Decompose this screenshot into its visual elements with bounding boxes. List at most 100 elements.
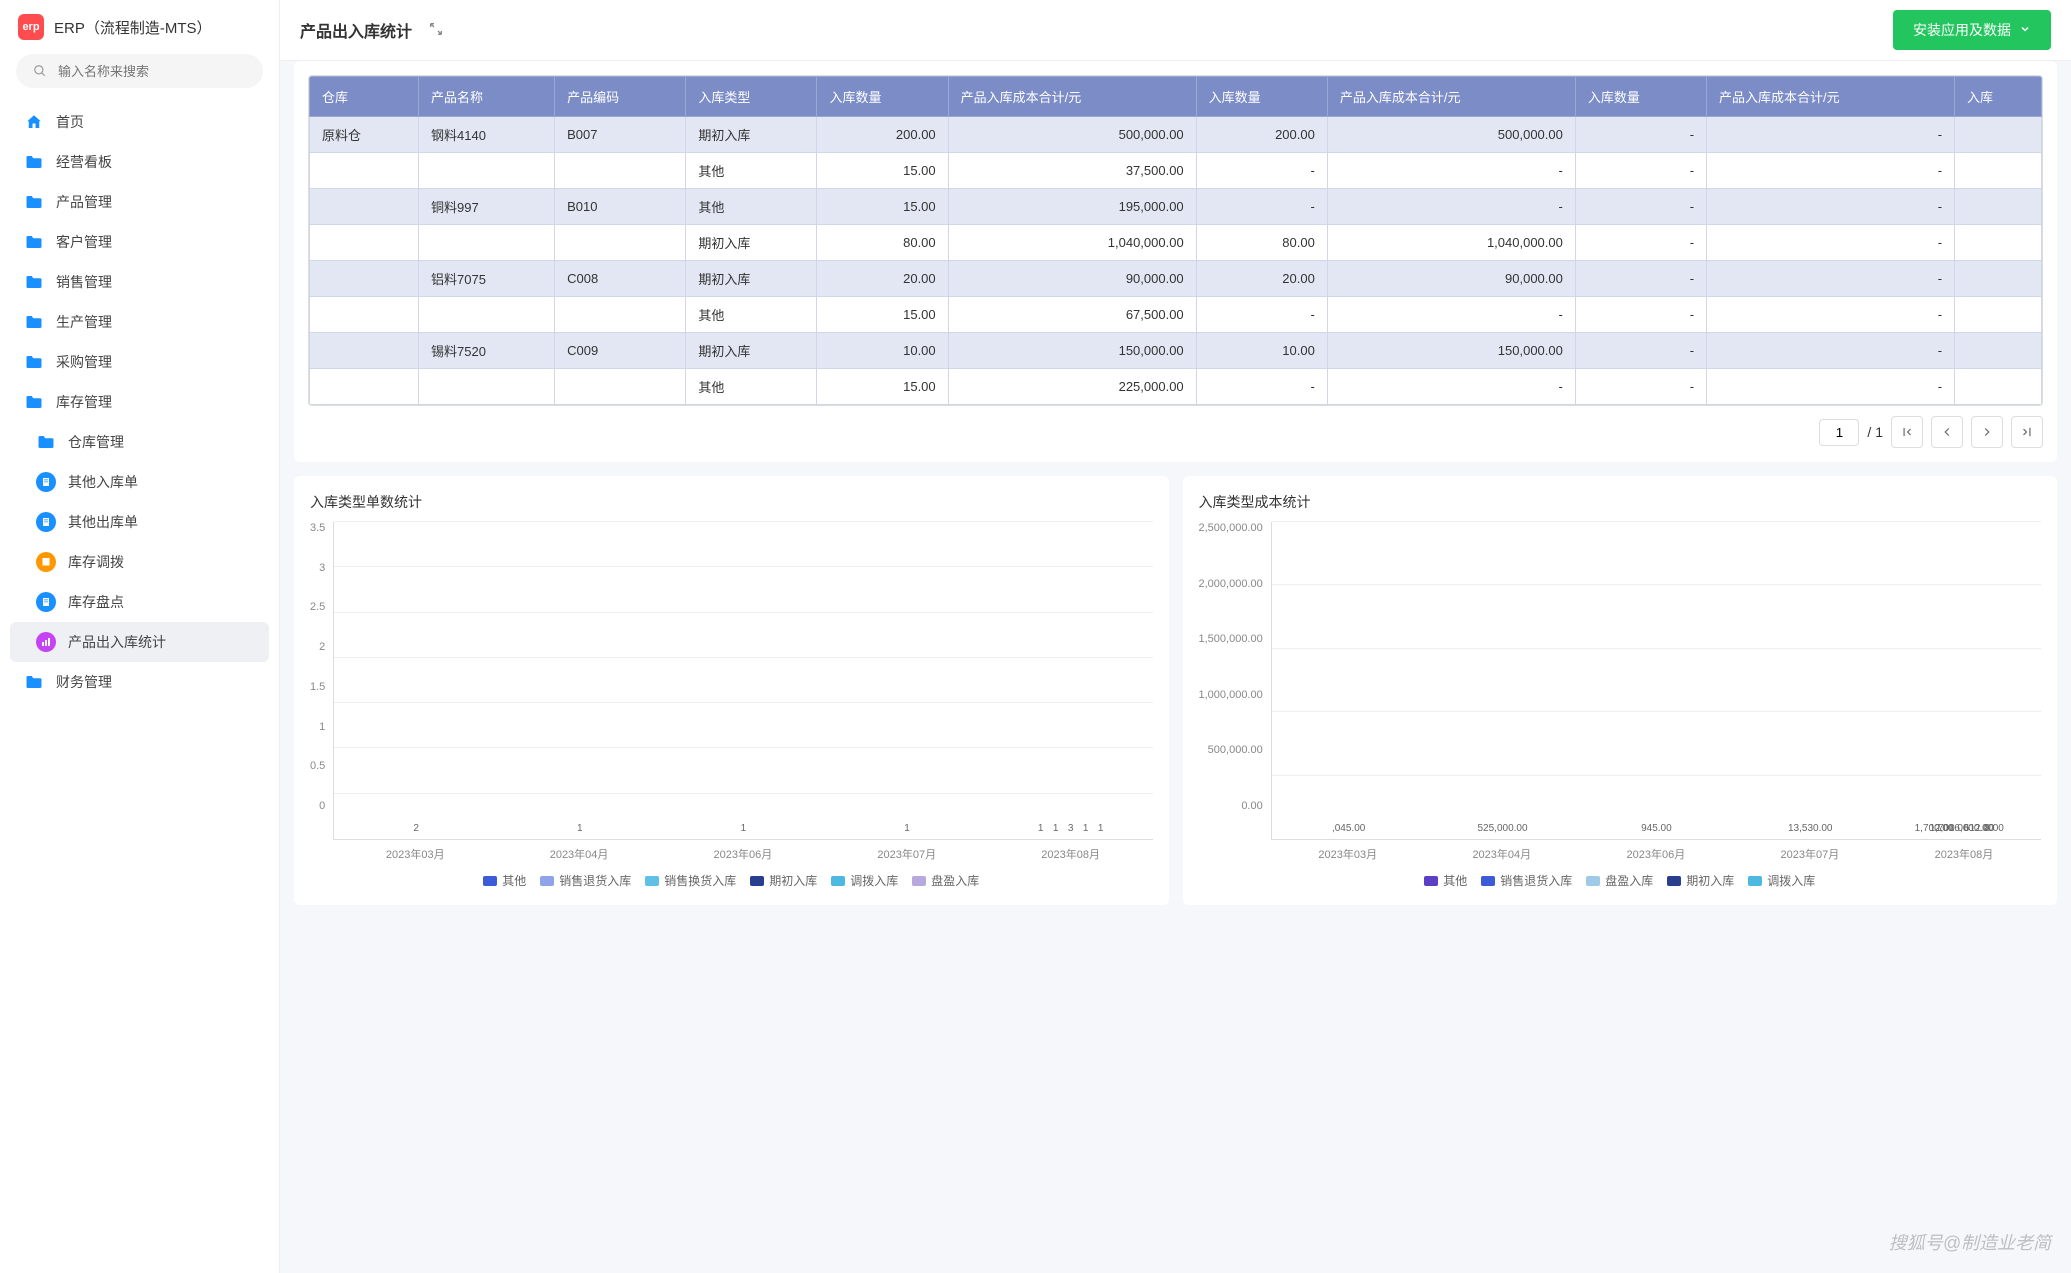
nav-label: 库存管理 [56,392,112,412]
y-tick: 3 [319,562,325,574]
nav-label: 销售管理 [56,272,112,292]
table-cell [555,297,686,333]
legend-item[interactable]: 销售换货入库 [645,872,736,889]
table-cell: 钢料4140 [419,117,555,153]
search-input[interactable] [58,64,249,79]
table-cell: 10.00 [817,333,948,369]
bar-label: 1 [741,823,747,834]
legend-label: 调拨入库 [1767,872,1815,889]
bar-label: 1 [1053,823,1059,834]
legend-label: 盘盈入库 [1605,872,1653,889]
chart-area: 2,500,000.002,000,000.001,500,000.001,00… [1199,522,2042,862]
y-tick: 1,500,000.00 [1199,633,1263,645]
legend-item[interactable]: 销售退货入库 [1481,872,1572,889]
x-tick: 2023年03月 [333,846,497,862]
sidebar-item-仓库管理[interactable]: 仓库管理 [10,422,269,462]
table-cell: 原料仓 [310,117,419,153]
nav-label: 产品管理 [56,192,112,212]
sidebar-item-生产管理[interactable]: 生产管理 [10,302,269,342]
bar-label: 3 [1068,823,1074,834]
table-row[interactable]: 期初入库80.001,040,000.0080.001,040,000.00-- [310,225,2042,261]
sidebar-item-经营看板[interactable]: 经营看板 [10,142,269,182]
legend-item[interactable]: 盘盈入库 [1586,872,1653,889]
pager-prev-button[interactable] [1931,416,1963,448]
y-tick: 2,500,000.00 [1199,522,1263,534]
legend-item[interactable]: 调拨入库 [1748,872,1815,889]
legend-item[interactable]: 期初入库 [1667,872,1734,889]
legend-swatch [912,876,926,886]
table-header[interactable]: 仓库 [310,77,419,117]
expand-icon[interactable] [428,21,444,40]
legend-item[interactable]: 期初入库 [750,872,817,889]
sidebar-item-首页[interactable]: 首页 [10,102,269,142]
pager-last-button[interactable] [2011,416,2043,448]
table-cell: B010 [555,189,686,225]
x-tick: 2023年06月 [661,846,825,862]
table-row[interactable]: 铝料7075C008期初入库20.0090,000.0020.0090,000.… [310,261,2042,297]
sidebar-item-库存盘点[interactable]: 库存盘点 [10,582,269,622]
table-header[interactable]: 产品编码 [555,77,686,117]
sidebar-item-库存管理[interactable]: 库存管理 [10,382,269,422]
table-row[interactable]: 其他15.0037,500.00---- [310,153,2042,189]
sidebar: erp ERP（流程制造-MTS） 首页经营看板产品管理客户管理销售管理生产管理… [0,0,280,1273]
table-row[interactable]: 锡料7520C009期初入库10.00150,000.0010.00150,00… [310,333,2042,369]
legend-label: 调拨入库 [850,872,898,889]
table-row[interactable]: 其他15.00225,000.00---- [310,369,2042,405]
sidebar-item-销售管理[interactable]: 销售管理 [10,262,269,302]
table-cell [1955,369,2042,405]
sidebar-item-产品出入库统计[interactable]: 产品出入库统计 [10,622,269,662]
table-cell [310,297,419,333]
legend-item[interactable]: 盘盈入库 [912,872,979,889]
legend-item[interactable]: 其他 [483,872,526,889]
chevron-down-icon [2019,22,2031,38]
sidebar-item-库存调拨[interactable]: 库存调拨 [10,542,269,582]
pager-first-button[interactable] [1891,416,1923,448]
table-cell [555,369,686,405]
sidebar-item-其他出库单[interactable]: 其他出库单 [10,502,269,542]
sidebar-item-其他入库单[interactable]: 其他入库单 [10,462,269,502]
doc-icon [36,472,56,492]
table-cell: 15.00 [817,153,948,189]
table-header[interactable]: 入库数量 [1575,77,1706,117]
table-cell: - [1575,225,1706,261]
legend-item[interactable]: 其他 [1424,872,1467,889]
sidebar-item-客户管理[interactable]: 客户管理 [10,222,269,262]
page-input[interactable] [1819,419,1859,446]
table-header[interactable]: 入库数量 [817,77,948,117]
table-cell: - [1196,189,1327,225]
y-tick: 1,000,000.00 [1199,689,1263,701]
sidebar-item-产品管理[interactable]: 产品管理 [10,182,269,222]
legend-item[interactable]: 销售退货入库 [540,872,631,889]
y-tick: 2.5 [310,601,325,613]
legend-item[interactable]: 调拨入库 [831,872,898,889]
data-table[interactable]: 仓库产品名称产品编码入库类型入库数量产品入库成本合计/元入库数量产品入库成本合计… [308,75,2043,406]
table-cell [310,225,419,261]
table-row[interactable]: 其他15.0067,500.00---- [310,297,2042,333]
table-cell: 225,000.00 [948,369,1196,405]
y-tick: 0 [319,800,325,812]
table-header[interactable]: 入库 [1955,77,2042,117]
sidebar-item-采购管理[interactable]: 采购管理 [10,342,269,382]
install-button[interactable]: 安装应用及数据 [1893,10,2051,50]
table-header[interactable]: 产品入库成本合计/元 [948,77,1196,117]
bar-label: 8.00 [1984,823,2003,834]
table-cell: 其他 [686,297,817,333]
table-cell: 铜料997 [419,189,555,225]
table-row[interactable]: 铜料997B010其他15.00195,000.00---- [310,189,2042,225]
table-cell: 期初入库 [686,261,817,297]
pager-next-button[interactable] [1971,416,2003,448]
table-header[interactable]: 产品名称 [419,77,555,117]
table-cell [1955,117,2042,153]
search-box[interactable] [16,54,263,88]
nav-label: 生产管理 [56,312,112,332]
folder-icon [24,352,44,372]
table-cell: 195,000.00 [948,189,1196,225]
table-header[interactable]: 入库类型 [686,77,817,117]
table-header[interactable]: 产品入库成本合计/元 [1707,77,1955,117]
table-header[interactable]: 入库数量 [1196,77,1327,117]
sidebar-item-财务管理[interactable]: 财务管理 [10,662,269,702]
table-cell: - [1575,261,1706,297]
y-tick: 0.00 [1241,800,1262,812]
table-row[interactable]: 原料仓钢料4140B007期初入库200.00500,000.00200.005… [310,117,2042,153]
table-header[interactable]: 产品入库成本合计/元 [1327,77,1575,117]
